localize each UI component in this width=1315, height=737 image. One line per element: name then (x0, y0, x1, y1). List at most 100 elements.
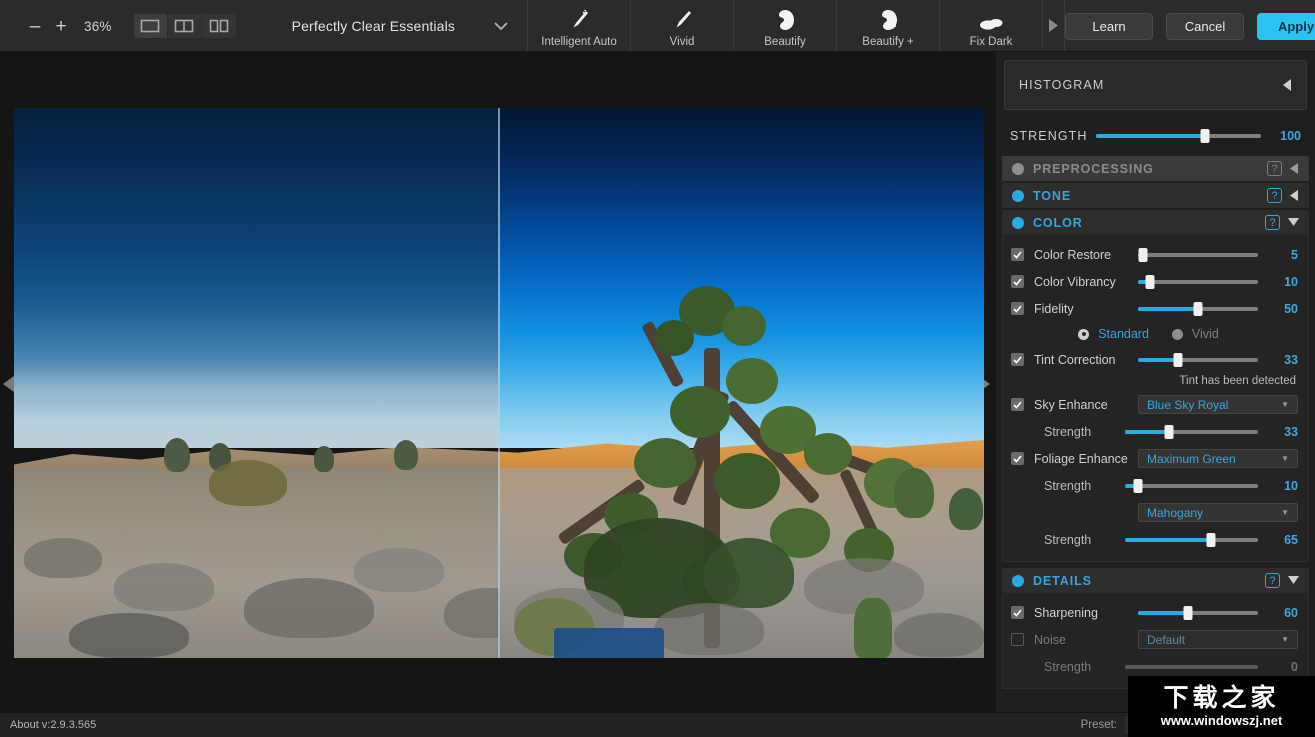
tool-fix-dark[interactable]: Fix Dark (940, 0, 1044, 51)
tint-detected-hint: Tint has been detected (1179, 375, 1296, 387)
radio-standard[interactable] (1078, 328, 1090, 340)
slider-sharpening[interactable] (1138, 605, 1258, 620)
help-icon[interactable]: ? (1267, 161, 1282, 176)
checkbox-fidelity[interactable] (1011, 302, 1024, 315)
dropdown-value: Default (1147, 632, 1186, 647)
help-icon[interactable]: ? (1265, 215, 1280, 230)
chevron-down-icon: ▼ (1281, 508, 1289, 517)
help-icon[interactable]: ? (1265, 573, 1280, 588)
strength-value: 100 (1280, 129, 1301, 143)
slider-color-vibrancy[interactable] (1138, 274, 1258, 289)
triangle-left-icon[interactable] (1283, 79, 1292, 91)
global-strength-row: STRENGTH 100 (996, 118, 1315, 154)
section-preprocessing[interactable]: PREPROCESSING ? (1002, 156, 1309, 181)
checkbox-color-restore[interactable] (1011, 248, 1024, 261)
scene-original (14, 108, 499, 658)
apply-button[interactable]: Apply (1257, 12, 1315, 40)
learn-button[interactable]: Learn (1065, 12, 1154, 40)
control-color-vibrancy: Color Vibrancy 10 (1003, 268, 1308, 295)
control-extra-tone: Mahogany ▼ (1003, 499, 1308, 526)
checkbox-sharpening[interactable] (1011, 606, 1024, 619)
checkbox-tint-correction[interactable] (1011, 353, 1024, 366)
help-icon[interactable]: ? (1267, 188, 1282, 203)
tool-beautify-plus[interactable]: Beautify + (837, 0, 941, 51)
slider-fidelity[interactable] (1138, 301, 1258, 316)
compare-divider (498, 108, 500, 658)
tool-vivid[interactable]: Vivid (631, 0, 735, 51)
color-section-body: Color Restore 5 Color Vibrancy 10 Fideli… (1002, 235, 1309, 562)
view-mode-split[interactable] (168, 14, 202, 38)
section-color[interactable]: COLOR ? (1002, 210, 1309, 235)
control-label: Strength (1044, 532, 1092, 547)
control-sky-enhance: Sky Enhance Blue Sky Royal ▼ (1003, 391, 1308, 418)
control-value: 10 (1284, 478, 1298, 493)
section-enabled-dot[interactable] (1012, 574, 1024, 587)
section-details[interactable]: DETAILS ? (1002, 568, 1309, 593)
radio-standard-label: Standard (1098, 327, 1149, 341)
section-enabled-dot[interactable] (1012, 189, 1024, 202)
dropdown-value: Blue Sky Royal (1147, 397, 1229, 412)
preset-tools: Intelligent Auto Vivid Beautify Beautify… (527, 0, 1066, 51)
control-label: Noise (1034, 632, 1066, 647)
control-fidelity: Fidelity 50 (1003, 295, 1308, 322)
section-enabled-dot[interactable] (1012, 216, 1024, 229)
chevron-down-icon[interactable] (493, 21, 509, 31)
before-after-photo[interactable] (14, 108, 984, 658)
zoom-out-icon[interactable]: – (22, 11, 48, 41)
tool-beautify[interactable]: Beautify (734, 0, 838, 51)
tool-label: Beautify + (862, 36, 914, 48)
tool-label: Intelligent Auto (541, 36, 617, 48)
watermark-brand: 下载之家 (1163, 683, 1280, 712)
dropdown-extra-tone-preset[interactable]: Mahogany ▼ (1138, 503, 1298, 522)
checkbox-noise[interactable] (1011, 633, 1024, 646)
checkbox-color-vibrancy[interactable] (1011, 275, 1024, 288)
radio-vivid[interactable] (1171, 328, 1183, 340)
view-mode-single[interactable] (133, 14, 168, 38)
watermark-url: www.windowszj.net (1160, 713, 1283, 728)
details-section-body: Sharpening 60 Noise Default ▼ Strength 0 (1002, 593, 1309, 689)
section-title: DETAILS (1033, 573, 1092, 588)
triangle-right-icon[interactable] (1043, 0, 1066, 51)
dropdown-noise-preset[interactable]: Default ▼ (1138, 630, 1298, 649)
tool-intelligent-auto[interactable]: Intelligent Auto (528, 0, 632, 51)
slider-color-restore[interactable] (1138, 247, 1258, 262)
slider-noise-strength[interactable] (1125, 664, 1258, 669)
histogram-panel[interactable]: HISTOGRAM (1004, 60, 1307, 110)
preset-status-label: Preset: (1080, 719, 1117, 731)
chevron-down-icon: ▼ (1281, 635, 1289, 644)
triangle-down-icon[interactable] (1288, 576, 1299, 585)
section-enabled-dot[interactable] (1012, 162, 1024, 175)
slider-foliage-strength[interactable] (1125, 478, 1258, 493)
about-version-label[interactable]: About v:2.9.3.565 (10, 719, 96, 731)
cancel-button[interactable]: Cancel (1166, 12, 1245, 40)
slider-extra-tone-strength[interactable] (1125, 532, 1258, 547)
triangle-left-icon[interactable] (1290, 163, 1299, 174)
control-value: 33 (1284, 424, 1298, 439)
chevron-down-icon: ▼ (1281, 454, 1289, 463)
checkbox-sky-enhance[interactable] (1011, 398, 1024, 411)
status-bar: About v:2.9.3.565 Preset: Custom (0, 712, 1315, 737)
dropdown-foliage-preset[interactable]: Maximum Green ▼ (1138, 449, 1298, 468)
zoom-in-icon[interactable]: + (48, 11, 74, 41)
dropdown-sky-preset[interactable]: Blue Sky Royal ▼ (1138, 395, 1298, 414)
triangle-left-icon[interactable] (1290, 190, 1299, 201)
checkbox-foliage-enhance[interactable] (1011, 452, 1024, 465)
tool-label: Beautify (764, 36, 806, 48)
slider-sky-strength[interactable] (1125, 424, 1258, 439)
control-tint-correction: Tint Correction 33 (1003, 346, 1308, 373)
control-label: Sharpening (1034, 605, 1098, 620)
radio-vivid-label: Vivid (1191, 327, 1219, 341)
control-label: Color Vibrancy (1034, 274, 1116, 289)
strength-slider[interactable] (1096, 129, 1261, 143)
face-icon (773, 6, 797, 32)
slider-tint-correction[interactable] (1138, 352, 1258, 367)
triangle-down-icon[interactable] (1288, 218, 1299, 227)
control-foliage-strength: Strength 10 (1003, 472, 1308, 499)
control-sky-strength: Strength 33 (1003, 418, 1308, 445)
face-plus-icon (876, 6, 900, 32)
dropdown-value: Maximum Green (1147, 451, 1236, 466)
section-tone[interactable]: TONE ? (1002, 183, 1309, 208)
dropdown-value: Mahogany (1147, 505, 1204, 520)
control-value: 0 (1291, 659, 1298, 674)
view-mode-side-by-side[interactable] (202, 14, 236, 38)
